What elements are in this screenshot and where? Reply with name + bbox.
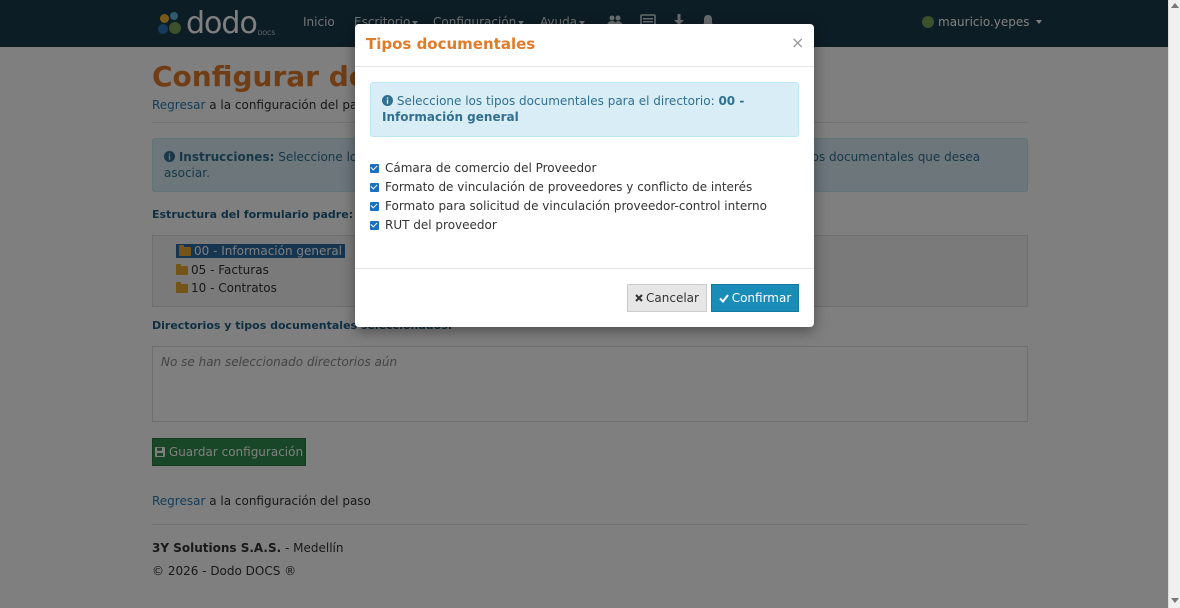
confirm-button-label: Confirmar [731, 291, 792, 305]
document-type-option[interactable]: Formato de vinculación de proveedores y … [370, 180, 752, 194]
check-icon [718, 293, 729, 303]
scroll-down-icon[interactable] [1171, 598, 1179, 603]
document-types-modal: Tipos documentales × Seleccione los tipo… [355, 24, 814, 327]
cancel-button-label: Cancelar [646, 291, 699, 305]
document-type-option[interactable]: RUT del proveedor [370, 218, 497, 232]
option-label: RUT del proveedor [385, 218, 497, 232]
checkbox[interactable] [370, 163, 379, 173]
modal-title: Tipos documentales [366, 35, 536, 53]
scrollbar[interactable] [1168, 0, 1180, 608]
modal-alert-body: Seleccione los tipos documentales para e… [396, 94, 719, 108]
checkbox[interactable] [370, 182, 379, 192]
times-icon [635, 294, 643, 302]
info-icon [382, 95, 393, 106]
option-label: Formato para solicitud de vinculación pr… [385, 199, 767, 213]
option-label: Formato de vinculación de proveedores y … [385, 180, 753, 194]
close-icon[interactable]: × [791, 33, 804, 52]
scroll-up-icon[interactable] [1171, 3, 1179, 8]
checkbox[interactable] [370, 201, 379, 211]
confirm-button[interactable]: Confirmar [711, 284, 799, 312]
modal-alert-text: Seleccione los tipos documentales para e… [382, 93, 792, 125]
modal-footer-divider [355, 268, 814, 269]
checkbox[interactable] [370, 220, 379, 230]
document-type-option[interactable]: Cámara de comercio del Proveedor [370, 161, 596, 175]
option-label: Cámara de comercio del Proveedor [385, 161, 597, 175]
cancel-button[interactable]: Cancelar [627, 284, 707, 312]
modal-header-divider [355, 66, 814, 67]
document-type-option[interactable]: Formato para solicitud de vinculación pr… [370, 199, 767, 213]
